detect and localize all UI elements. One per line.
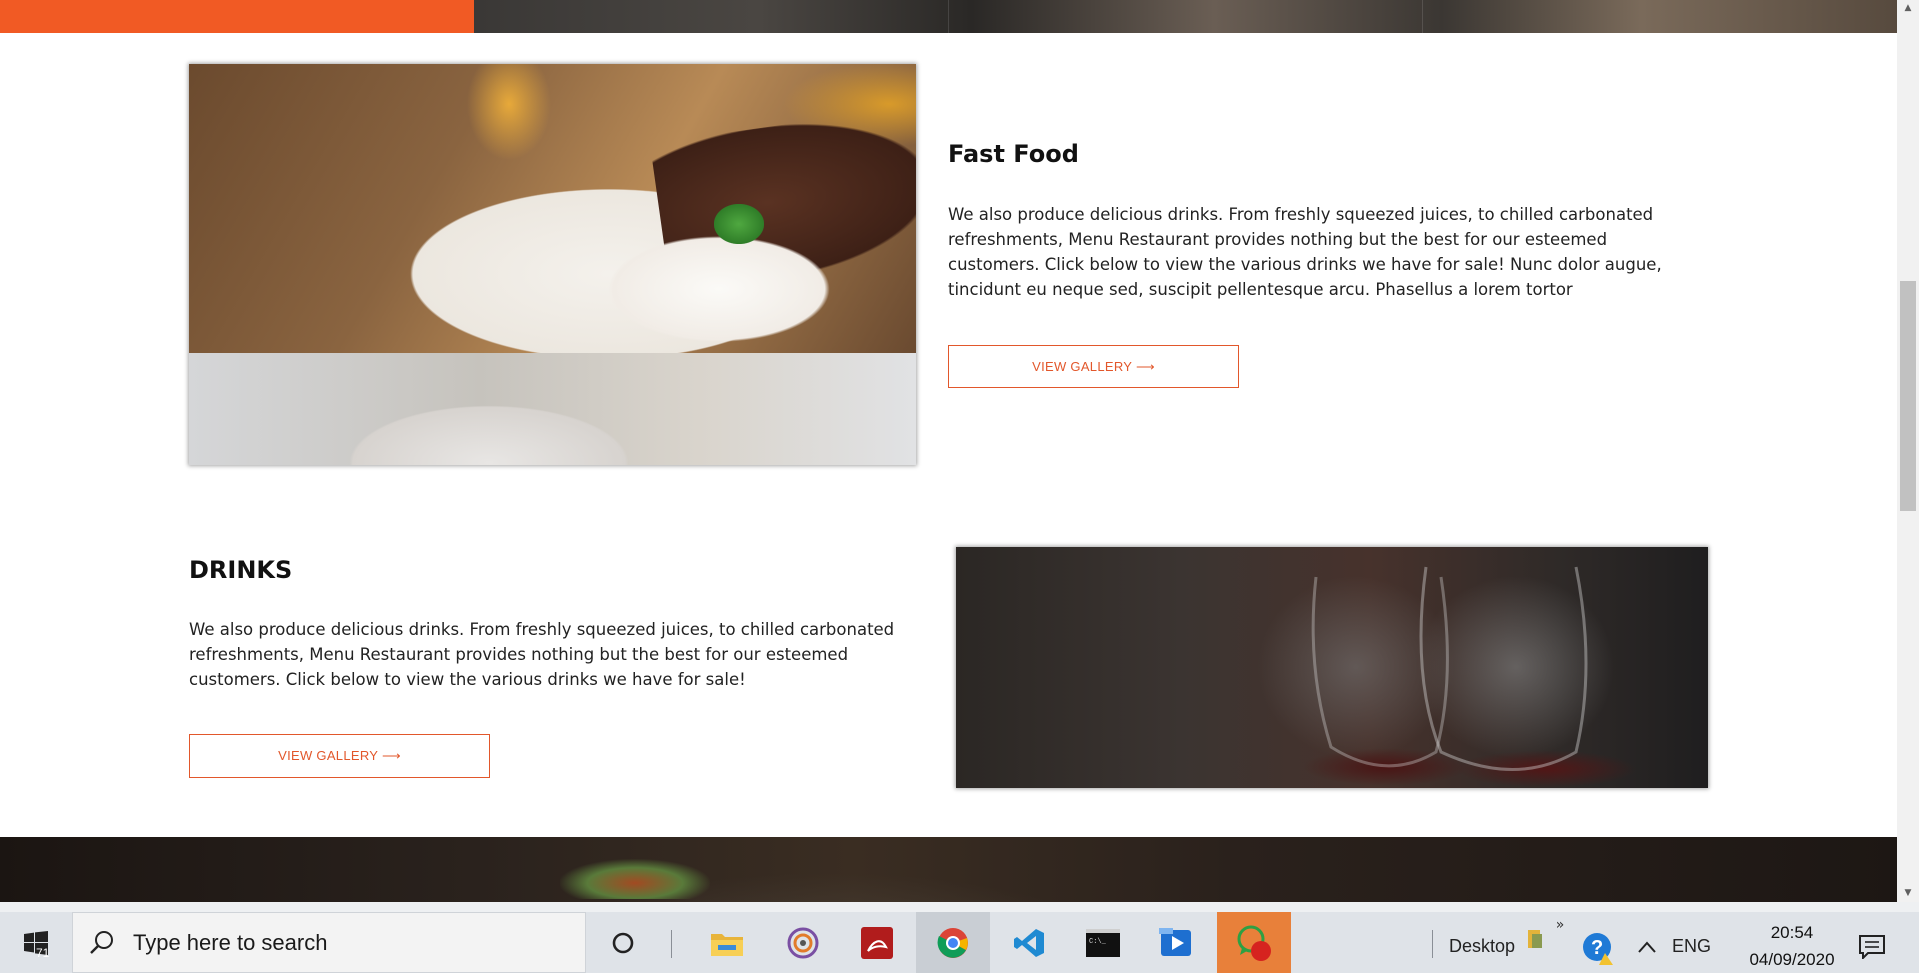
page-scrollbar[interactable]: ▲ ▼ [1897, 0, 1919, 902]
banner-divider [1422, 0, 1423, 33]
fast-food-title: Fast Food [948, 140, 1079, 168]
clock-date[interactable]: 04/09/2020 [1737, 950, 1847, 970]
media-player-app[interactable] [766, 912, 840, 973]
drinks-description: We also produce delicious drinks. From f… [189, 620, 895, 689]
fast-food-image [189, 64, 916, 465]
drinks-title: DRINKS [189, 556, 293, 584]
drinks-view-gallery-button[interactable]: VIEW GALLERY ⟶ [189, 734, 490, 778]
bottom-banner-photo [0, 837, 1897, 902]
taskbar-search-box[interactable]: Type here to search [72, 912, 586, 973]
folder-shortcut-icon[interactable] [1525, 927, 1545, 951]
search-icon [90, 931, 113, 954]
cortana-circle-icon [612, 932, 634, 953]
media-disc-icon [787, 927, 819, 958]
desktop-toolbar-label[interactable]: Desktop [1449, 936, 1515, 957]
show-hidden-icons-chevron-icon[interactable] [1636, 936, 1658, 958]
start-button[interactable] [0, 912, 72, 973]
notifications-icon[interactable] [1857, 932, 1887, 962]
pdf-icon [861, 926, 893, 959]
terminal-icon: C:\_ [1086, 928, 1120, 957]
chrome-app[interactable] [916, 912, 990, 973]
drinks-image [956, 547, 1708, 788]
acrobat-reader-app[interactable] [840, 912, 914, 973]
task-view-button[interactable] [586, 912, 660, 973]
chrome-icon [937, 927, 968, 958]
taskbar-top-edge [0, 902, 1919, 912]
taskbar-separator [1432, 930, 1433, 958]
toolbar-overflow-chevron-icon[interactable]: » [1553, 917, 1567, 933]
file-explorer-app[interactable] [690, 912, 764, 973]
drinks-view-gallery-label: VIEW GALLERY ⟶ [278, 748, 401, 763]
scrollbar-thumb[interactable] [1900, 281, 1916, 511]
bread-plate-photo [189, 353, 916, 465]
messenger-app[interactable]: 71 [36, 912, 1291, 973]
svg-text:C:\_: C:\_ [1089, 938, 1107, 946]
top-banner-photo [474, 0, 1897, 33]
top-banner-strip [0, 0, 1897, 33]
mint-leaf [714, 204, 764, 244]
video-editor-app[interactable] [1140, 912, 1214, 973]
banner-divider [948, 0, 949, 33]
vegetables [560, 859, 710, 899]
video-play-icon [1159, 927, 1191, 956]
vs-code-app[interactable] [992, 912, 1066, 973]
messenger-badge-count: 71 [36, 946, 50, 960]
fast-food-view-gallery-label: VIEW GALLERY ⟶ [1032, 358, 1155, 374]
chat-bubble-icon [1237, 925, 1271, 961]
fast-food-description: We also produce delicious drinks. From f… [948, 205, 1662, 299]
windows-taskbar: Type here to search C:\_ 71 Desktop » ? … [0, 902, 1919, 973]
scroll-up-arrow-icon[interactable]: ▲ [1897, 0, 1919, 17]
folder-icon [711, 933, 743, 956]
input-language-indicator[interactable]: ENG [1672, 936, 1711, 957]
command-prompt-app[interactable]: C:\_ [1066, 912, 1140, 973]
search-placeholder-text: Type here to search [133, 930, 328, 955]
web-page: Fast Food We also produce delicious drin… [0, 0, 1897, 902]
dessert-plate-photo [189, 64, 916, 353]
taskbar-separator [671, 930, 672, 958]
fast-food-view-gallery-button[interactable]: VIEW GALLERY ⟶ [948, 345, 1239, 388]
clock-time[interactable]: 20:54 [1759, 923, 1825, 943]
vs-code-icon [1014, 928, 1044, 957]
help-icon[interactable]: ? [1580, 930, 1616, 966]
scroll-down-arrow-icon[interactable]: ▼ [1897, 885, 1919, 902]
svg-text:?: ? [1591, 937, 1603, 959]
wine-glasses-icon [1311, 566, 1588, 771]
whipped-cream [604, 234, 834, 344]
top-accent-bar [0, 0, 474, 33]
